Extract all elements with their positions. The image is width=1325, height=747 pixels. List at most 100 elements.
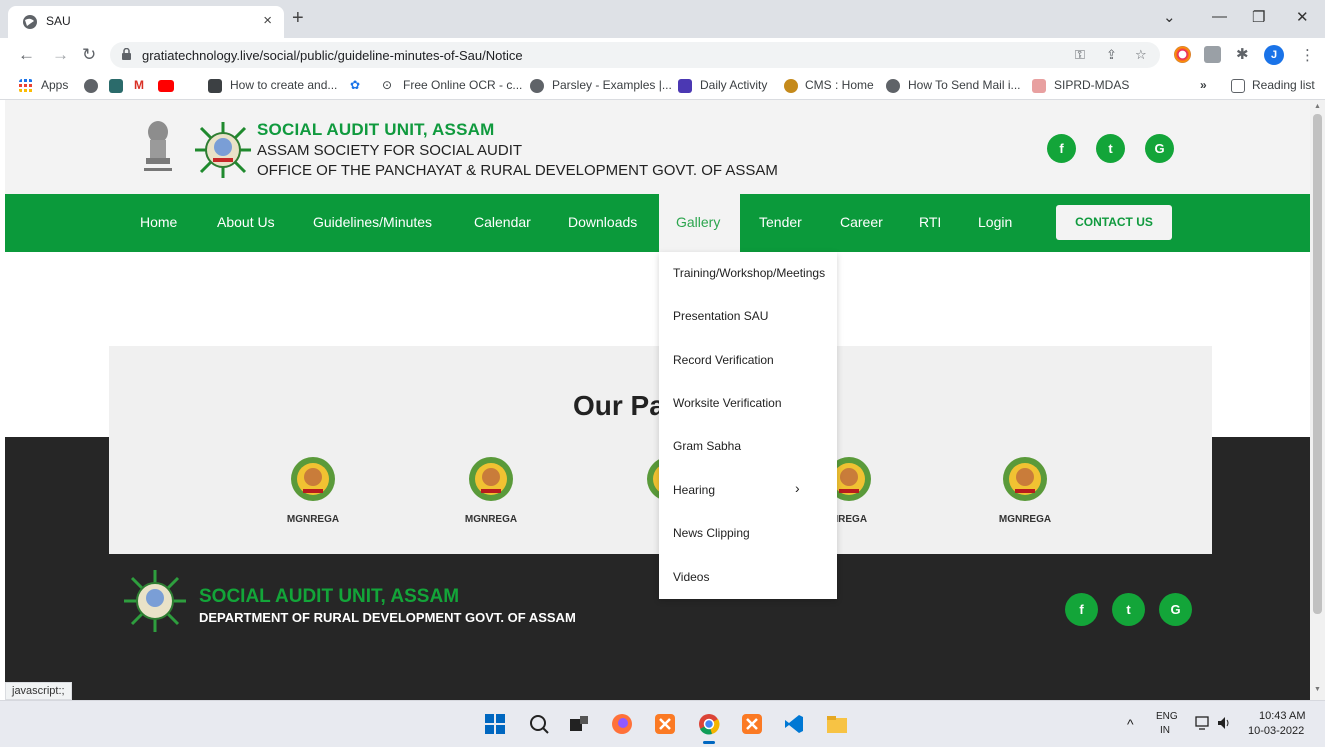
browser-tab-bar: SAU × + ⌄ — ❐ ✕ bbox=[0, 0, 1325, 38]
extension-icon[interactable] bbox=[1174, 46, 1191, 63]
browser-tab-active[interactable]: SAU × bbox=[8, 6, 284, 38]
globe-icon[interactable] bbox=[84, 79, 98, 93]
scroll-down-icon[interactable]: ▼ bbox=[1314, 686, 1321, 693]
mgnrega-logo bbox=[469, 457, 513, 501]
nav-calendar[interactable]: Calendar bbox=[474, 214, 531, 230]
ocr-icon[interactable] bbox=[208, 79, 222, 93]
bookmark-siprd-mdas[interactable]: SIPRD-MDAS bbox=[1054, 78, 1129, 92]
region-indicator[interactable]: IN bbox=[1160, 725, 1170, 736]
back-arrow-icon[interactable]: ← bbox=[18, 46, 35, 63]
minimize-button[interactable]: — bbox=[1212, 8, 1227, 25]
bookmark-apps[interactable]: Apps bbox=[41, 78, 68, 92]
page-scrollbar[interactable]: ▲ ▼ bbox=[1310, 100, 1325, 700]
nav-downloads[interactable]: Downloads bbox=[568, 214, 637, 230]
xampp-icon[interactable] bbox=[654, 713, 676, 735]
forward-arrow-icon[interactable]: → bbox=[52, 46, 69, 63]
nav-career[interactable]: Career bbox=[840, 214, 883, 230]
bookmark-parsley[interactable]: Parsley - Examples |... bbox=[552, 78, 672, 92]
menu-item-training[interactable]: Training/Workshop/Meetings bbox=[673, 266, 825, 280]
youtube-icon[interactable] bbox=[158, 80, 174, 92]
chrome-icon[interactable] bbox=[698, 713, 720, 735]
gear-icon[interactable]: ✿ bbox=[350, 78, 360, 92]
nav-gallery[interactable]: Gallery bbox=[659, 194, 740, 252]
windows-taskbar: ^ ENG IN 10:43 AM 10-03-2022 bbox=[0, 700, 1325, 747]
vscode-icon[interactable] bbox=[783, 713, 805, 735]
nav-rti[interactable]: RTI bbox=[919, 214, 941, 230]
facebook-icon[interactable]: f bbox=[1065, 593, 1098, 626]
menu-item-presentation[interactable]: Presentation SAU bbox=[673, 309, 768, 323]
extension-icon[interactable] bbox=[1204, 46, 1221, 63]
globe-icon[interactable] bbox=[530, 79, 544, 93]
volume-icon[interactable] bbox=[1216, 715, 1232, 731]
bookmark-free-ocr[interactable]: Free Online OCR - c... bbox=[403, 78, 522, 92]
partner-item[interactable]: MGNREGA bbox=[441, 455, 541, 525]
menu-item-news-clipping[interactable]: News Clipping bbox=[673, 526, 750, 540]
tab-search-button[interactable]: ⌄ bbox=[1163, 8, 1176, 26]
siprd-icon[interactable] bbox=[1032, 79, 1046, 93]
lock-icon[interactable] bbox=[122, 48, 131, 60]
tab-close-button[interactable]: × bbox=[263, 12, 272, 29]
site-header: SOCIAL AUDIT UNIT, ASSAM ASSAM SOCIETY F… bbox=[5, 100, 1310, 194]
apps-grid-icon[interactable] bbox=[19, 79, 33, 93]
scroll-up-icon[interactable]: ▲ bbox=[1314, 103, 1321, 110]
xampp-icon[interactable] bbox=[741, 713, 763, 735]
gmail-icon[interactable]: M bbox=[134, 78, 144, 92]
firefox-icon[interactable] bbox=[611, 713, 633, 735]
search-icon[interactable] bbox=[528, 713, 550, 735]
bookmark-send-mail[interactable]: How To Send Mail i... bbox=[908, 78, 1021, 92]
scrollbar-thumb[interactable] bbox=[1313, 114, 1322, 614]
facebook-icon[interactable]: f bbox=[1047, 134, 1076, 163]
nav-tender[interactable]: Tender bbox=[759, 214, 802, 230]
menu-item-record-verification[interactable]: Record Verification bbox=[673, 353, 774, 367]
bookmark-cms-home[interactable]: CMS : Home bbox=[805, 78, 874, 92]
bookmarks-overflow-button[interactable]: » bbox=[1200, 78, 1207, 92]
chevron-right-icon: › bbox=[795, 480, 800, 496]
partner-label: MGNREGA bbox=[286, 514, 340, 525]
new-tab-button[interactable]: + bbox=[292, 8, 304, 28]
menu-item-worksite-verification[interactable]: Worksite Verification bbox=[673, 396, 782, 410]
file-explorer-icon[interactable] bbox=[826, 713, 848, 735]
close-window-button[interactable]: ✕ bbox=[1296, 8, 1309, 26]
menu-kebab-icon[interactable]: ⋮ bbox=[1300, 46, 1315, 64]
cms-icon[interactable] bbox=[784, 79, 798, 93]
twitter-icon[interactable]: t bbox=[1096, 134, 1125, 163]
nav-login[interactable]: Login bbox=[978, 214, 1012, 230]
google-icon[interactable]: G bbox=[1145, 134, 1174, 163]
partner-label: MGNREGA bbox=[998, 514, 1052, 525]
list-icon[interactable] bbox=[678, 79, 692, 93]
bookmark-how-to-create[interactable]: How to create and... bbox=[230, 78, 337, 92]
key-icon[interactable]: ⚿ bbox=[1075, 47, 1085, 63]
org-name: SOCIAL AUDIT UNIT, ASSAM bbox=[257, 120, 495, 139]
menu-item-videos[interactable]: Videos bbox=[673, 570, 709, 584]
maximize-button[interactable]: ❐ bbox=[1252, 8, 1265, 26]
bookmark-daily-activity[interactable]: Daily Activity bbox=[700, 78, 767, 92]
clock-time[interactable]: 10:43 AM bbox=[1259, 710, 1305, 722]
partner-item[interactable]: MGNREGA bbox=[263, 455, 363, 525]
windows-start-icon[interactable] bbox=[484, 713, 506, 735]
contact-us-button[interactable]: CONTACT US bbox=[1056, 205, 1172, 240]
address-bar[interactable]: gratiatechnology.live/social/public/guid… bbox=[110, 42, 1160, 68]
puzzle-icon[interactable]: ✱ bbox=[1236, 45, 1249, 63]
star-icon[interactable]: ☆ bbox=[1135, 47, 1147, 63]
task-view-icon[interactable] bbox=[568, 713, 590, 735]
globe-icon[interactable] bbox=[886, 79, 900, 93]
share-icon[interactable]: ⇪ bbox=[1106, 47, 1117, 63]
reload-icon[interactable]: ↻ bbox=[82, 46, 96, 63]
reading-list-button[interactable]: Reading list bbox=[1252, 78, 1315, 92]
reading-list-icon[interactable] bbox=[1231, 79, 1245, 93]
nav-home[interactable]: Home bbox=[140, 214, 177, 230]
twitter-icon[interactable]: t bbox=[1112, 593, 1145, 626]
extension-bookmark-icon[interactable] bbox=[109, 79, 123, 93]
clock-date[interactable]: 10-03-2022 bbox=[1248, 725, 1304, 737]
language-indicator[interactable]: ENG bbox=[1156, 711, 1178, 722]
menu-item-hearing[interactable]: Hearing bbox=[673, 483, 715, 497]
nav-about-us[interactable]: About Us bbox=[217, 214, 275, 230]
ocr-icon[interactable]: ⊙ bbox=[382, 78, 392, 92]
nav-guidelines-minutes[interactable]: Guidelines/Minutes bbox=[313, 214, 432, 230]
menu-item-gram-sabha[interactable]: Gram Sabha bbox=[673, 439, 741, 453]
tray-chevron-icon[interactable]: ^ bbox=[1127, 716, 1134, 732]
partner-item[interactable]: MGNREGA bbox=[975, 455, 1075, 525]
network-icon[interactable] bbox=[1195, 715, 1211, 731]
google-icon[interactable]: G bbox=[1159, 593, 1192, 626]
profile-avatar[interactable]: J bbox=[1264, 45, 1284, 65]
